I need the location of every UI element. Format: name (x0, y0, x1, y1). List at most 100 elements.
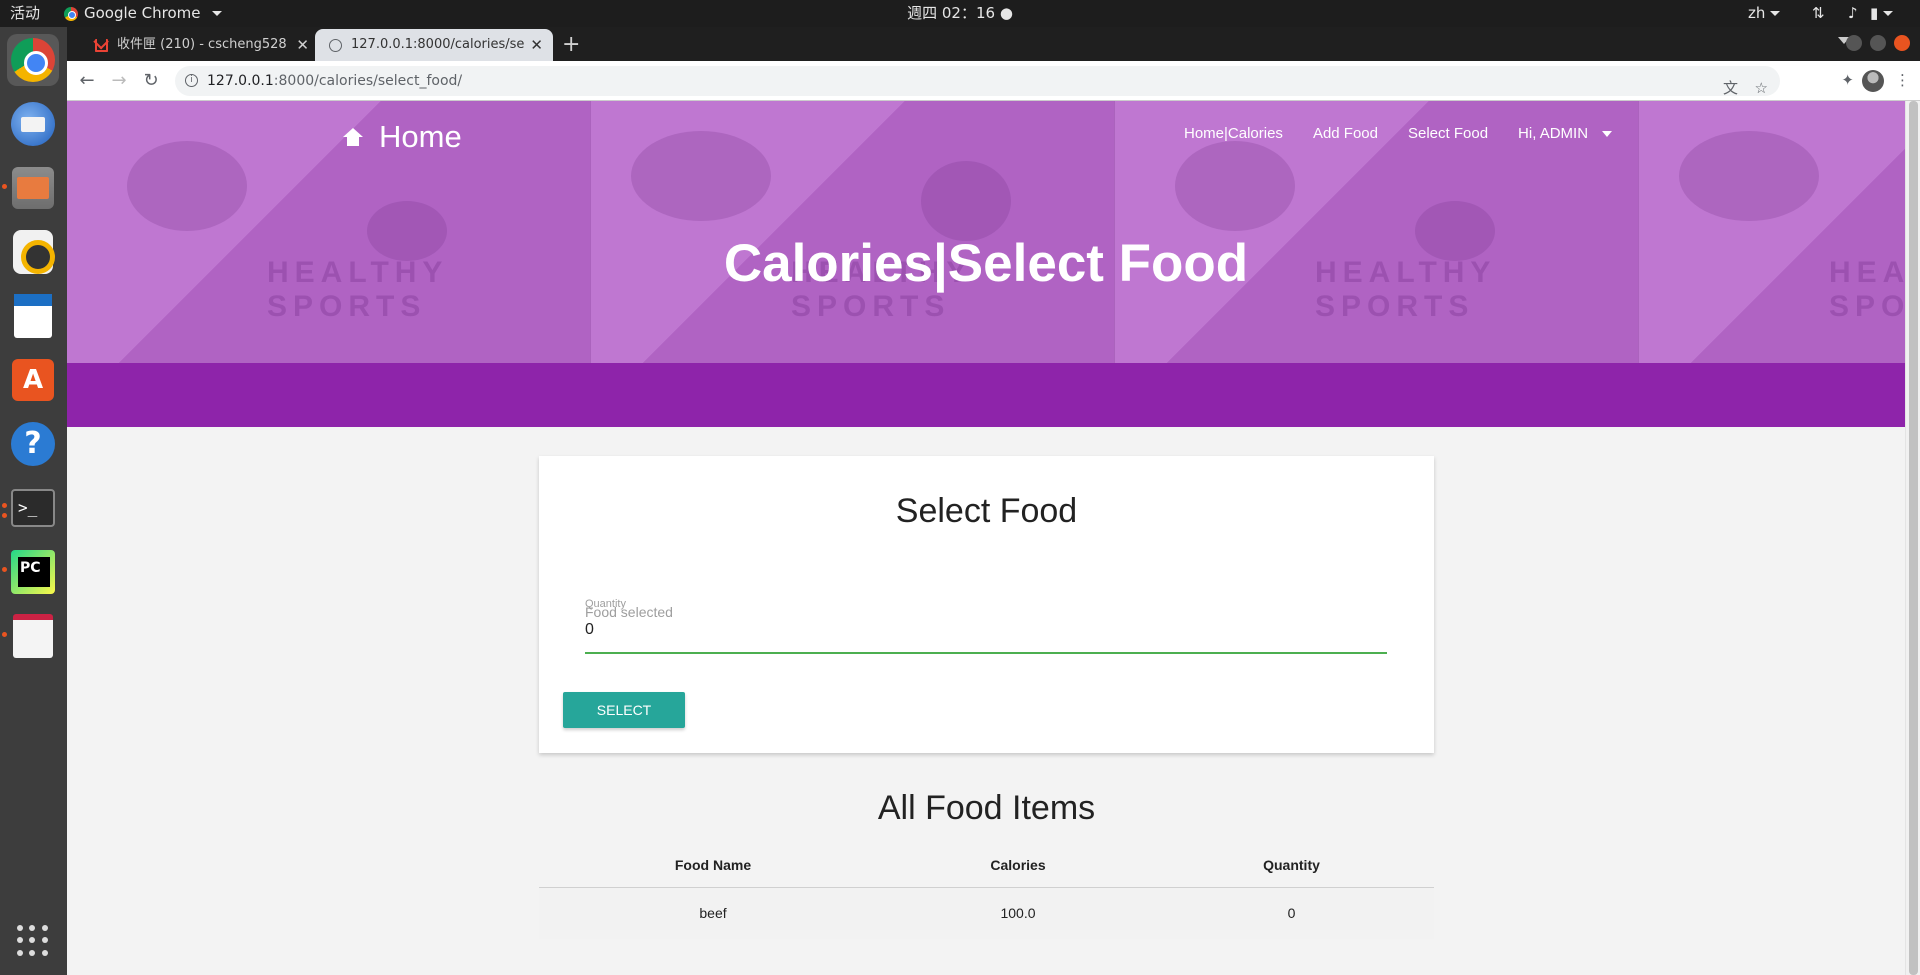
app-grid-icon (17, 925, 49, 957)
maximize-icon[interactable] (1870, 35, 1886, 51)
window-controls (1846, 35, 1910, 51)
chevron-down-icon (1770, 11, 1781, 16)
column-header-quantity: Quantity (1149, 843, 1434, 888)
site-info-icon[interactable]: i (185, 74, 198, 87)
help-icon: ? (11, 422, 55, 466)
hero-pattern-tile: HEALTHYSPORTS (67, 101, 591, 363)
pycharm-icon (11, 550, 55, 594)
hero-pattern-shape (631, 131, 771, 221)
files-icon (12, 167, 54, 209)
page-scrollbar[interactable] (1905, 101, 1920, 975)
nav-add-food[interactable]: Add Food (1313, 125, 1378, 142)
nav-user-menu[interactable]: Hi, ADMIN (1518, 125, 1613, 142)
dock-gedit[interactable] (7, 610, 59, 662)
hero-pattern-tile: HEALTHYSPORTS (591, 101, 1115, 363)
tab-select-food[interactable]: 127.0.0.1:8000/calories/se ✕ (315, 29, 553, 61)
page-title: Calories|Select Food (723, 234, 1249, 293)
reload-icon[interactable]: ↻ (139, 69, 163, 93)
input-method-label: zh (1748, 4, 1766, 22)
dock-chrome[interactable] (7, 34, 59, 86)
terminal-icon: >_ (11, 489, 55, 527)
page-viewport: HEALTHY SPORTS HEALTHY SPORTS HEALTHY SPORT… (67, 101, 1920, 975)
watermark-line: SPORTS (791, 290, 951, 323)
chevron-down-icon (1883, 11, 1894, 16)
globe-icon (329, 39, 342, 52)
url-host: 127.0.0.1 (207, 73, 274, 89)
profile-avatar[interactable] (1862, 70, 1884, 92)
extensions-icon[interactable]: ✦ (1841, 71, 1854, 89)
volume-icon[interactable]: ♪ (1848, 0, 1858, 27)
chevron-down-icon (1602, 131, 1613, 138)
hero-pattern-shape (127, 141, 247, 231)
user-greeting: Hi, ADMIN (1518, 125, 1589, 142)
new-tab-button[interactable]: + (562, 29, 580, 61)
chrome-icon (11, 38, 55, 82)
address-bar[interactable]: i 127.0.0.1:8000/calories/select_food/ 文… (175, 66, 1780, 97)
tab-gmail[interactable]: 收件匣 (210) - cscheng528 ✕ (81, 29, 319, 61)
close-icon[interactable]: ✕ (530, 29, 543, 61)
system-top-bar: 活动 Google Chrome 週四 02：16 ● zh ⇅ ♪ ▮ (0, 0, 1920, 27)
back-icon[interactable]: ← (75, 69, 99, 93)
gmail-icon (95, 39, 108, 52)
input-underline (585, 652, 1387, 654)
tab-title: 127.0.0.1:8000/calories/se (351, 37, 525, 52)
dock-rhythmbox[interactable] (7, 226, 59, 278)
dock-help[interactable]: ? (7, 418, 59, 470)
tab-strip: 收件匣 (210) - cscheng528 ✕ 127.0.0.1:8000/… (67, 27, 1920, 61)
software-center-icon: A (12, 359, 54, 401)
column-header-food-name: Food Name (539, 843, 887, 888)
hero-banner: HEALTHY SPORTS HEALTHY SPORTS HEALTHY SPORT… (67, 101, 1905, 363)
nav-home-calories[interactable]: Home|Calories (1184, 125, 1283, 142)
forward-icon[interactable]: → (107, 69, 131, 93)
hero-pattern-tile: HEALTHYSPORTS (1639, 101, 1905, 363)
input-method-menu[interactable]: zh (1748, 0, 1781, 27)
food-table: Food Name Calories Quantity beef 100.0 0 (539, 843, 1434, 939)
dock-pycharm[interactable] (7, 546, 59, 598)
food-list-title: All Food Items (877, 789, 1096, 827)
watermark-line: SPORTS (267, 290, 427, 323)
browser-toolbar: ← → ↻ i 127.0.0.1:8000/calories/select_f… (67, 61, 1920, 101)
dock-thunderbird[interactable] (7, 98, 59, 150)
scrollbar-thumb[interactable] (1909, 101, 1918, 975)
dock-software[interactable]: A (7, 354, 59, 406)
writer-icon (14, 294, 52, 338)
hero-pattern-shape (1679, 131, 1819, 221)
show-apps-button[interactable] (7, 915, 59, 967)
hero-band (67, 363, 1905, 427)
clock[interactable]: 週四 02：16 ● (0, 0, 1920, 27)
select-food-form: Select Food Quantity Food selected 0 SEL… (539, 456, 1434, 753)
brand-label: Home (379, 119, 462, 154)
network-icon[interactable]: ⇅ (1812, 0, 1825, 27)
bookmark-star-icon[interactable]: ☆ (1755, 73, 1768, 103)
url-path: :8000/calories/select_food/ (273, 73, 463, 89)
menu-kebab-icon[interactable]: ⋮ (1895, 71, 1910, 89)
hero-pattern-shape (921, 161, 1011, 241)
browser-window: 收件匣 (210) - cscheng528 ✕ 127.0.0.1:8000/… (67, 27, 1920, 975)
brand-home-link[interactable]: Home (343, 119, 462, 155)
watermark-line: SPORTS (1315, 290, 1475, 323)
select-button[interactable]: SELECT (563, 692, 685, 728)
main-nav: Home|Calories Add Food Select Food Hi, A… (1184, 125, 1613, 142)
dock-terminal[interactable]: >_ (7, 482, 59, 534)
rhythmbox-icon (13, 230, 55, 274)
watermark-line: SPORTS (1829, 290, 1905, 323)
home-icon (343, 128, 363, 146)
quantity-input[interactable]: 0 (585, 621, 594, 639)
dock-writer[interactable] (7, 290, 59, 342)
translate-icon[interactable]: 文 (1723, 73, 1738, 103)
column-header-calories: Calories (887, 843, 1149, 888)
dock-files[interactable] (7, 162, 59, 214)
thunderbird-icon (11, 102, 55, 146)
window-close-icon[interactable] (1894, 35, 1910, 51)
food-selected-label: Food selected (585, 604, 673, 620)
cell-calories: 100.0 (887, 887, 1149, 939)
tab-title: 收件匣 (210) - cscheng528 (117, 37, 287, 52)
form-title: Select Food (895, 492, 1078, 530)
minimize-icon[interactable] (1846, 35, 1862, 51)
close-icon[interactable]: ✕ (296, 29, 309, 61)
table-header-row: Food Name Calories Quantity (539, 843, 1434, 888)
nav-select-food[interactable]: Select Food (1408, 125, 1488, 142)
cell-food-name: beef (539, 887, 887, 939)
battery-icon[interactable]: ▮ (1870, 0, 1894, 27)
dock: A ? >_ (0, 27, 67, 975)
